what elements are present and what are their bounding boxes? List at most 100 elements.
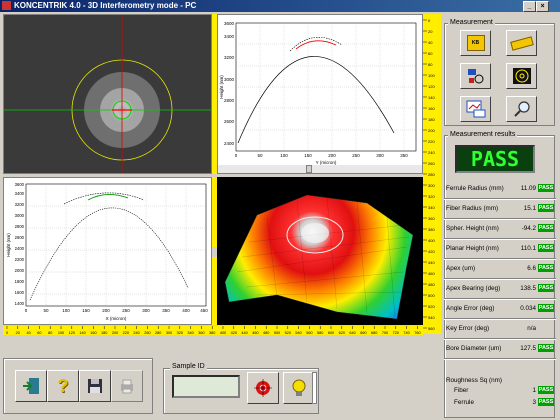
ruler-tick-label: 440: [241, 331, 247, 335]
ruler-tick-label: 280: [155, 331, 161, 335]
y-tick: 3000: [15, 213, 25, 218]
ruler-horizontal: 0 20 40 60 80 100 120 140 160 180 200 220 240 260 280 3…: [3, 326, 423, 335]
result-label: Apex Bearing (deg): [446, 284, 501, 292]
print-icon: [121, 379, 133, 394]
magnifier-tool-button[interactable]: [506, 96, 537, 122]
y-axis-label: Height (nm): [6, 233, 11, 257]
ruler-tick-label: 20: [428, 29, 433, 34]
ruler-tick-label: 220: [123, 331, 129, 335]
x-tick: 200: [102, 308, 110, 313]
ruler-tick-label: 440: [428, 260, 435, 265]
ruler-tick-label: 480: [263, 331, 269, 335]
ruler-tick-label: 740: [403, 331, 409, 335]
ruler-tick-label: 140: [79, 331, 85, 335]
exit-button[interactable]: [15, 370, 47, 402]
ruler-tick-label: 180: [101, 331, 107, 335]
minimize-button[interactable]: _: [523, 1, 536, 12]
x-tick: 150: [304, 153, 312, 158]
ruler-tick-label: 460: [252, 331, 258, 335]
ruler-tick-label: 520: [285, 331, 291, 335]
results-title: Measurement results: [448, 131, 518, 138]
ruler-tick-label: 40: [26, 331, 30, 335]
ruler-tick-label: 340: [187, 331, 193, 335]
y-tick: 2600: [15, 235, 25, 240]
ruler-vertical-right: 0 20 40 60 80 100 120 140 160 180 200 220 240 260 280 3…: [423, 14, 441, 334]
ruler-tick-label: 120: [69, 331, 75, 335]
result-pass-badge: PASS: [538, 344, 554, 352]
x-tick: 300: [142, 308, 150, 313]
horizontal-scrollbar[interactable]: [218, 165, 422, 173]
magnifier-icon: [513, 101, 530, 117]
result-row: Key Error (deg) n/a: [446, 318, 554, 338]
scroll-thumb[interactable]: [306, 165, 312, 173]
result-label: Ferrule Radius (mm): [446, 184, 504, 192]
y-tick: 2400: [15, 246, 25, 251]
ruler-tick-label: 160: [428, 106, 435, 111]
result-row: Spher. Height (nm) -94.2 PASS: [446, 218, 554, 238]
ruler-tick-label: 260: [144, 331, 150, 335]
result-row: Bore Diameter (um) 127.5 PASS: [446, 338, 554, 358]
kb-icon: KB: [466, 35, 485, 51]
roughness-title: Roughness Sq (nm): [446, 377, 502, 384]
ruler-tick-label: 420: [231, 331, 237, 335]
ruler-tick-label: 80: [428, 62, 433, 67]
ruler-tick-label: 40: [428, 40, 433, 45]
ruler-tick-label: 320: [177, 331, 183, 335]
roughness-ferrule-value: 3: [532, 398, 536, 406]
ruler-tick-label: 700: [382, 331, 388, 335]
ruler-tick-label: 720: [393, 331, 399, 335]
help-button[interactable]: ?: [47, 370, 79, 402]
y-tick: 3600: [224, 21, 235, 26]
sample-id-input[interactable]: [172, 375, 240, 398]
target-icon: [512, 68, 531, 84]
result-pass-badge: PASS: [538, 224, 554, 232]
lamp-button[interactable]: [283, 372, 315, 404]
result-value: 110.1: [520, 244, 536, 252]
ruler-tick-label: 460: [428, 271, 435, 276]
ruler-tick-label: 0: [6, 331, 8, 335]
surface-3d-view[interactable]: [217, 177, 423, 325]
close-button[interactable]: ×: [536, 1, 549, 12]
ruler-tick-label: 340: [428, 205, 435, 210]
y-tick: 2000: [15, 268, 25, 273]
ruler-tick-label: 140: [428, 95, 435, 100]
roughness-fiber-row: Fiber 1 PASS: [446, 384, 554, 396]
lamp-icon: [292, 379, 306, 396]
lamp-slider[interactable]: [312, 372, 317, 404]
ruler-tick-label: 260: [428, 161, 435, 166]
sample-id-label: Sample ID: [170, 363, 207, 370]
ruler-tick-label: 420: [428, 249, 435, 254]
ruler-tick-label: 100: [58, 331, 64, 335]
exit-icon: [23, 378, 39, 394]
result-pass-badge: PASS: [538, 184, 554, 192]
graph-tool-button[interactable]: [460, 96, 491, 122]
kb-button[interactable]: KB: [460, 30, 491, 56]
roughness-fiber-badge: PASS: [538, 386, 554, 394]
ruler-tick-label: 240: [133, 331, 139, 335]
x-tick: 50: [257, 153, 263, 158]
y-tick: 1400: [15, 301, 25, 306]
ruler-tick-label: 0: [428, 18, 431, 23]
help-icon: ?: [57, 375, 69, 396]
result-value: 127.5: [520, 344, 536, 352]
result-value: 15.1: [523, 204, 536, 212]
print-button[interactable]: [111, 370, 143, 402]
y-tick: 3000: [224, 77, 235, 82]
interferogram-view[interactable]: [3, 14, 212, 174]
measurement-title: Measurement: [448, 19, 495, 26]
ruler-tick-label: 380: [428, 227, 435, 232]
save-button[interactable]: [79, 370, 111, 402]
y-tick: 3200: [15, 202, 25, 207]
camera-tool-button[interactable]: [460, 63, 491, 89]
ruler-tick-label: 80: [48, 331, 52, 335]
record-button[interactable]: [247, 372, 279, 404]
ruler-tick-label: 220: [428, 139, 435, 144]
result-value: 138.5: [520, 284, 536, 292]
y-tick: 2800: [15, 224, 25, 229]
ruler-tool-button[interactable]: [506, 30, 537, 56]
target-tool-button[interactable]: [506, 63, 537, 89]
roughness-fiber-label: Fiber: [454, 386, 469, 394]
y-tick: 2800: [224, 98, 235, 103]
interferogram-image: [4, 15, 211, 173]
ruler-tick-label: 560: [306, 331, 312, 335]
